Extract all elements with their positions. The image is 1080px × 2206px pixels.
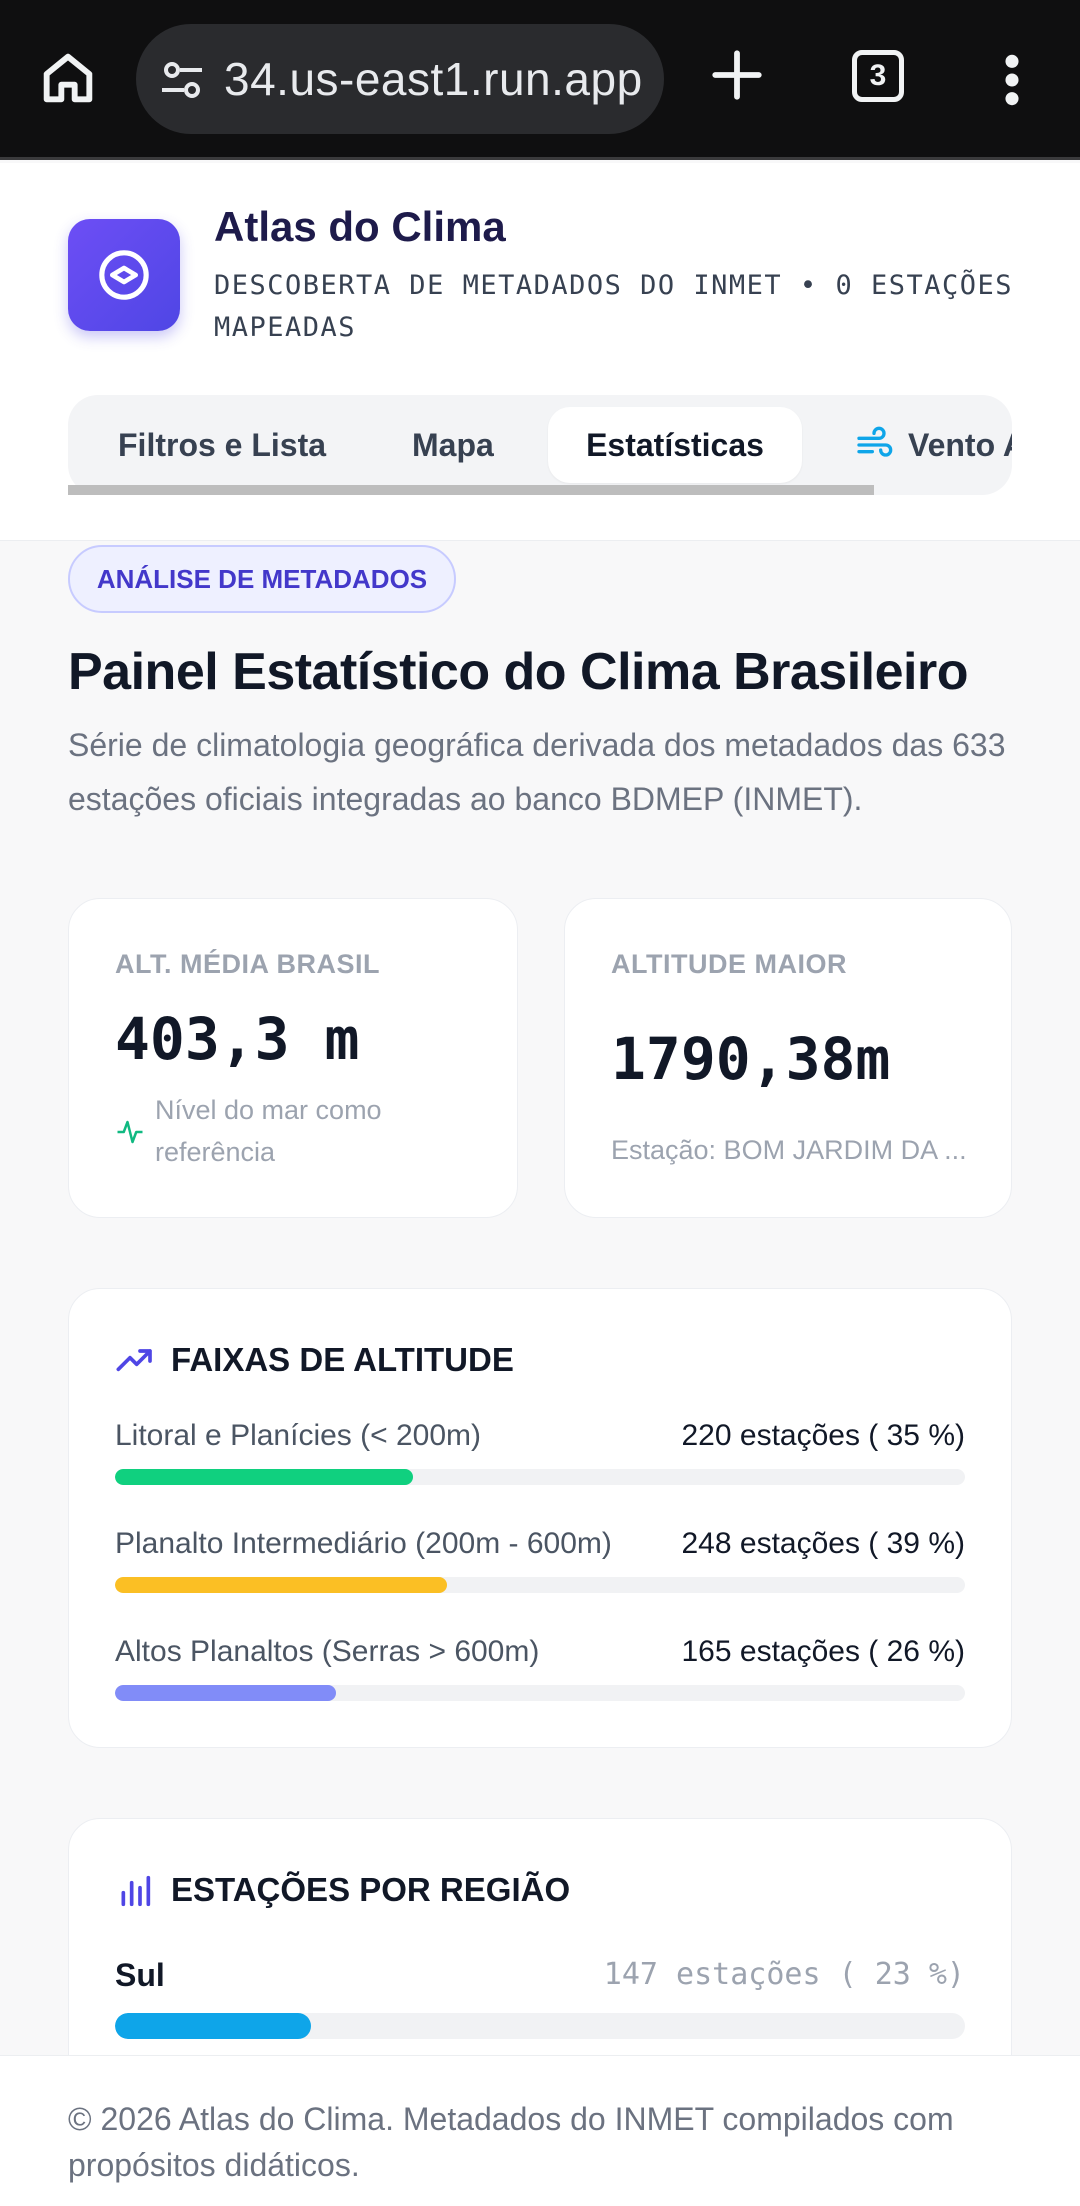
range-label: Planalto Intermediário (200m - 600m)	[115, 1527, 612, 1560]
region-bar	[115, 2013, 311, 2039]
new-tab-icon[interactable]	[708, 46, 766, 104]
app-header: Atlas do Clima DESCOBERTA DE METADADOS D…	[0, 163, 1080, 541]
range-count: 165 estações ( 26 %)	[681, 1635, 966, 1668]
max-altitude-card: ALTITUDE MAIOR 1790,38m Estação: BOM JAR…	[564, 898, 1012, 1218]
tab-bar: Filtros e Lista Mapa Estatísticas Vento …	[68, 395, 1012, 495]
site-settings-icon[interactable]	[158, 60, 206, 100]
section-title: FAIXAS DE ALTITUDE	[171, 1341, 514, 1378]
range-count: 248 estações ( 39 %)	[681, 1527, 966, 1560]
tab-label: Estatísticas	[586, 426, 764, 463]
url-text: 34.us-east1.run.app	[224, 53, 643, 105]
compass-logo-icon	[68, 219, 180, 331]
footer-text: © 2026 Atlas do Clima. Metadados do INME…	[68, 2101, 954, 2183]
range-label: Altos Planaltos (Serras > 600m)	[115, 1635, 540, 1668]
stat-note: Nível do mar como referência	[155, 1095, 382, 1167]
region-track	[115, 2013, 965, 2039]
tab-label: Mapa	[412, 426, 494, 463]
stat-label: ALT. MÉDIA BRASIL	[115, 949, 380, 979]
address-bar[interactable]: 34.us-east1.run.app	[136, 24, 664, 134]
region-count: 147 estações ( 23 %)	[603, 1957, 965, 1992]
stat-note: Estação: BOM JARDIM DA ...	[611, 1135, 967, 1165]
range-count: 220 estações ( 35 %)	[681, 1419, 966, 1452]
browser-toolbar: 34.us-east1.run.app 3	[0, 0, 1080, 160]
wind-icon	[854, 425, 894, 465]
analysis-badge: ANÁLISE DE METADADOS	[68, 545, 456, 613]
tab-label: Filtros e Lista	[118, 426, 327, 463]
region-label: Sul	[115, 1957, 165, 1993]
footer: © 2026 Atlas do Clima. Metadados do INME…	[0, 2055, 1080, 2206]
stat-value: 403,3 m	[115, 1005, 360, 1073]
section-title: ESTAÇÕES POR REGIÃO	[171, 1871, 571, 1908]
range-label: Litoral e Planícies (< 200m)	[115, 1419, 482, 1452]
tab-filters-list[interactable]: Filtros e Lista	[118, 407, 326, 483]
tab-map[interactable]: Mapa	[412, 407, 494, 483]
bar-chart-icon	[115, 1871, 155, 1911]
more-options-icon[interactable]	[1000, 52, 1024, 108]
tab-switcher-button[interactable]: 3	[852, 50, 904, 102]
range-track	[115, 1577, 965, 1593]
range-track	[115, 1469, 965, 1485]
page-description: Série de climatologia geográfica derivad…	[68, 727, 1006, 817]
pulse-icon	[115, 1117, 145, 1147]
tab-wind[interactable]: Vento A	[854, 407, 1012, 483]
page-title: Painel Estatístico do Clima Brasileiro	[68, 643, 968, 701]
app-title: Atlas do Clima	[214, 203, 506, 250]
app-subtitle: DESCOBERTA DE METADADOS DO INMET • 0 EST…	[214, 270, 1013, 343]
tab-statistics[interactable]: Estatísticas	[548, 407, 802, 483]
avg-altitude-card: ALT. MÉDIA BRASIL 403,3 m Nível do mar c…	[68, 898, 518, 1218]
range-track	[115, 1685, 965, 1701]
altitude-ranges-card: FAIXAS DE ALTITUDE Litoral e Planícies (…	[68, 1288, 1012, 1748]
home-icon[interactable]	[36, 46, 100, 110]
range-bar	[115, 1577, 447, 1593]
trending-up-icon	[115, 1341, 155, 1381]
stat-value: 1790,38m	[611, 1025, 891, 1093]
tab-scrollbar[interactable]	[68, 485, 874, 495]
stat-label: ALTITUDE MAIOR	[611, 949, 847, 979]
range-bar	[115, 1469, 413, 1485]
tab-label: Vento A	[908, 426, 1012, 463]
range-bar	[115, 1685, 336, 1701]
